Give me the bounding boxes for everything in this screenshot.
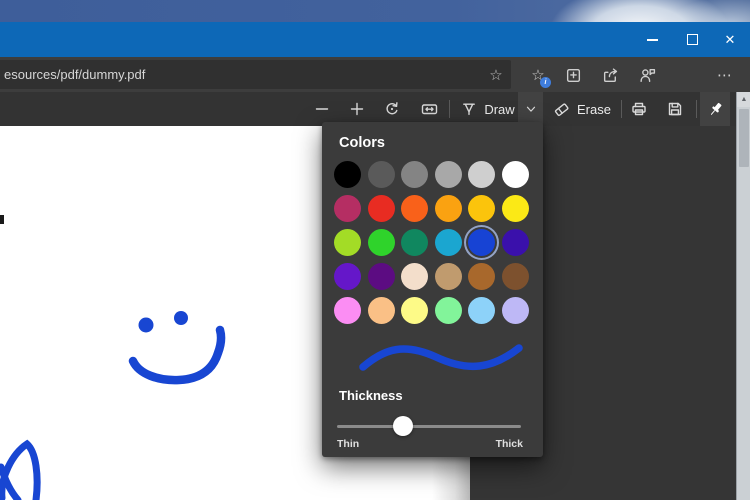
color-swatch[interactable] <box>368 195 395 222</box>
printer-icon <box>631 101 647 117</box>
favorites-button[interactable]: ☆ i <box>524 61 552 89</box>
feedback-person-icon <box>639 67 656 84</box>
bottom-scribble-stroke <box>2 444 37 500</box>
plus-icon <box>349 101 365 117</box>
pdf-toolbar: Draw Erase <box>0 92 750 126</box>
color-swatch[interactable] <box>502 161 529 188</box>
color-swatch[interactable] <box>334 263 361 290</box>
color-swatch[interactable] <box>368 263 395 290</box>
color-swatch[interactable] <box>502 297 529 324</box>
save-button[interactable] <box>661 92 689 126</box>
scrollbar-thumb[interactable] <box>739 109 749 167</box>
rotate-button[interactable] <box>378 92 406 126</box>
color-swatch[interactable] <box>401 229 428 256</box>
zoom-in-button[interactable] <box>343 92 371 126</box>
color-swatch[interactable] <box>435 161 462 188</box>
favorites-badge: i <box>540 77 551 88</box>
toolbar-divider <box>449 100 450 118</box>
rotate-icon <box>384 101 400 117</box>
color-swatch[interactable] <box>468 297 495 324</box>
thickness-slider-track[interactable] <box>337 425 521 428</box>
pin-icon <box>707 101 724 118</box>
color-swatch[interactable] <box>401 297 428 324</box>
draw-label: Draw <box>484 102 514 117</box>
minimize-button[interactable] <box>637 22 667 57</box>
print-button[interactable] <box>625 92 653 126</box>
window-titlebar: ✕ <box>0 22 750 57</box>
toolbar-divider <box>621 100 622 118</box>
color-swatch[interactable] <box>435 195 462 222</box>
toolbar-divider <box>696 100 697 118</box>
thickness-slider-thumb[interactable] <box>393 416 413 436</box>
color-swatch[interactable] <box>401 161 428 188</box>
maximize-icon <box>687 34 698 45</box>
collections-button[interactable] <box>559 61 587 89</box>
minimize-icon <box>647 39 658 41</box>
colors-title: Colors <box>339 135 385 151</box>
color-swatch[interactable] <box>368 229 395 256</box>
thickness-slider[interactable] <box>337 415 521 437</box>
close-button[interactable]: ✕ <box>715 22 745 57</box>
minus-icon <box>314 101 330 117</box>
thickness-max-label: Thick <box>496 438 523 450</box>
address-bar: esources/pdf/dummy.pdf ☆ ☆ i ⋯ <box>0 57 750 92</box>
chevron-down-icon <box>524 102 538 116</box>
erase-label: Erase <box>577 102 611 117</box>
share-icon <box>602 67 619 84</box>
clipped-page-text <box>0 215 4 224</box>
feedback-button[interactable] <box>633 61 661 89</box>
color-swatch[interactable] <box>468 195 495 222</box>
color-swatch[interactable] <box>401 263 428 290</box>
color-swatch-grid <box>334 161 529 324</box>
thickness-min-label: Thin <box>337 438 359 450</box>
maximize-button[interactable] <box>677 22 707 57</box>
zoom-out-button[interactable] <box>308 92 336 126</box>
color-swatch[interactable] <box>502 229 529 256</box>
color-swatch[interactable] <box>368 297 395 324</box>
color-swatch[interactable] <box>468 229 495 256</box>
color-swatch[interactable] <box>334 297 361 324</box>
color-swatch[interactable] <box>468 263 495 290</box>
color-swatch[interactable] <box>368 161 395 188</box>
color-swatch[interactable] <box>334 161 361 188</box>
collections-icon <box>565 67 582 84</box>
stroke-preview-path <box>363 348 519 367</box>
desktop-wallpaper <box>0 0 750 23</box>
stroke-preview <box>322 338 543 384</box>
draw-options-chevron-button[interactable] <box>518 92 543 126</box>
smiley-right-eye <box>174 311 188 325</box>
favorite-star-icon[interactable]: ☆ <box>481 66 511 84</box>
erase-button[interactable]: Erase <box>550 92 614 126</box>
pin-toolbar-button[interactable] <box>700 92 730 126</box>
url-field[interactable]: esources/pdf/dummy.pdf ☆ <box>0 60 511 89</box>
color-swatch[interactable] <box>435 297 462 324</box>
color-swatch[interactable] <box>334 195 361 222</box>
close-icon: ✕ <box>725 33 736 46</box>
fit-to-width-button[interactable] <box>415 92 443 126</box>
scroll-up-button[interactable]: ▲ <box>737 92 750 107</box>
ellipsis-icon: ⋯ <box>717 66 733 84</box>
color-swatch[interactable] <box>502 195 529 222</box>
save-icon <box>667 101 683 117</box>
color-swatch[interactable] <box>468 161 495 188</box>
color-swatch[interactable] <box>401 195 428 222</box>
color-swatch[interactable] <box>435 229 462 256</box>
share-button[interactable] <box>596 61 624 89</box>
draw-button[interactable]: Draw <box>458 92 518 126</box>
draw-pen-icon <box>461 101 477 117</box>
color-swatch[interactable] <box>334 229 361 256</box>
thickness-title: Thickness <box>339 388 403 403</box>
settings-more-button[interactable]: ⋯ <box>711 61 739 89</box>
smiley-left-eye <box>139 318 154 333</box>
fit-width-icon <box>421 101 438 117</box>
url-text[interactable]: esources/pdf/dummy.pdf <box>0 67 481 82</box>
draw-options-panel: Colors Thickness Thin Thick <box>322 122 543 457</box>
vertical-scrollbar[interactable]: ▲ <box>736 92 750 500</box>
color-swatch[interactable] <box>435 263 462 290</box>
eraser-icon <box>553 101 570 117</box>
scroll-up-icon: ▲ <box>741 96 748 103</box>
color-swatch[interactable] <box>502 263 529 290</box>
smiley-mouth-stroke <box>133 330 221 380</box>
